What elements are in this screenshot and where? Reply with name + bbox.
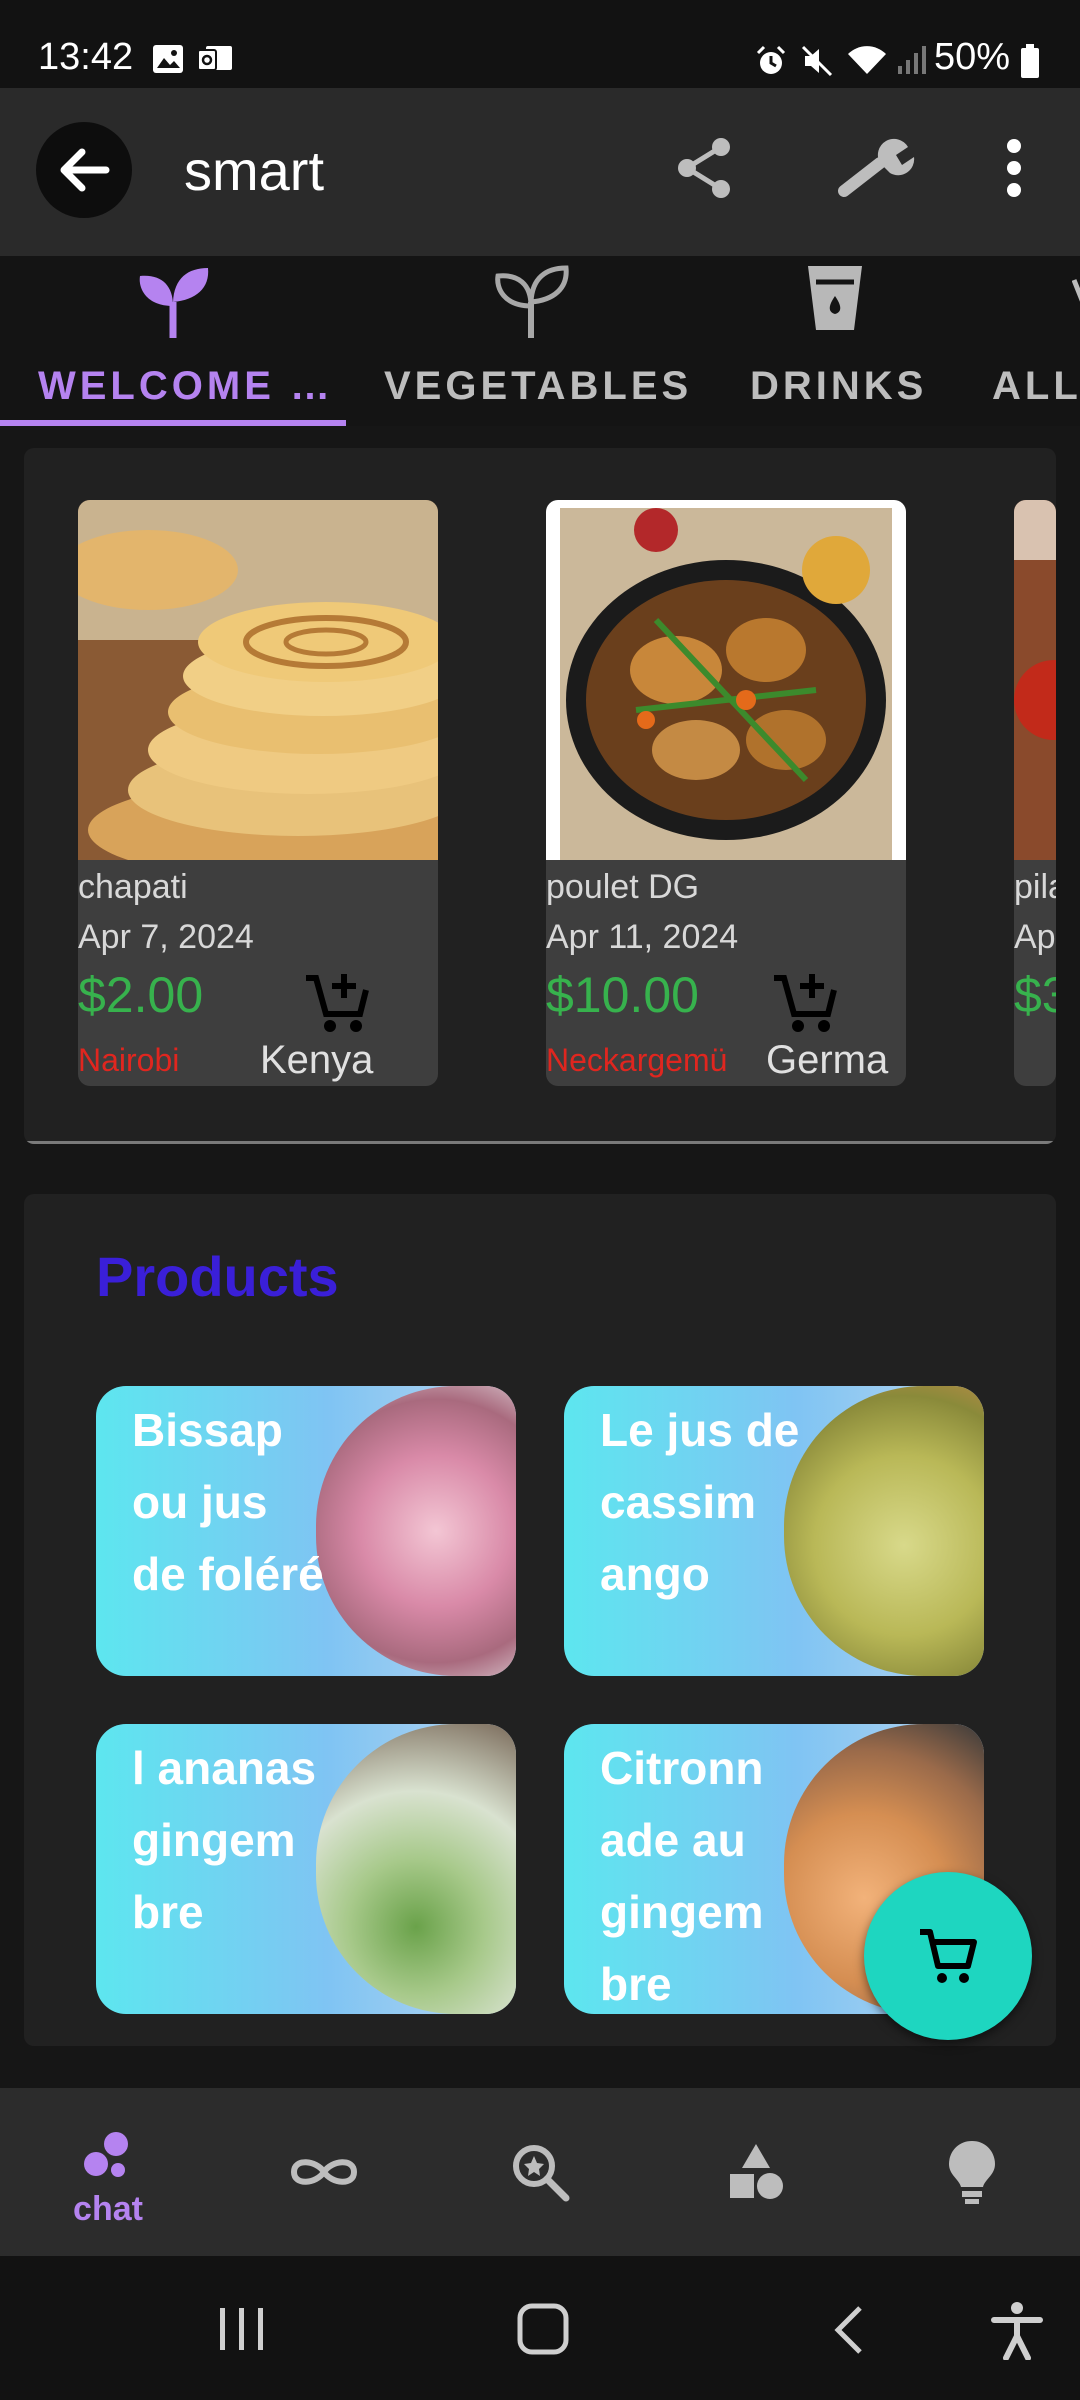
product-card[interactable]: Le jus de cassim ango — [564, 1386, 984, 1676]
system-back-button[interactable] — [828, 2302, 868, 2363]
product-card-label: l ananas gingem bre — [132, 1742, 317, 1938]
glass-icon — [804, 262, 866, 339]
shapes-icon — [730, 2144, 783, 2199]
system-navigation-bar — [0, 2256, 1080, 2400]
section-divider — [24, 1141, 1056, 1144]
product-country: Germa — [766, 1038, 889, 1082]
poulet-dg-image — [546, 500, 906, 860]
signal-icon — [896, 44, 926, 81]
cassimango-photo — [784, 1386, 984, 1676]
featured-card[interactable]: pila Ap $3 — [1014, 500, 1056, 1086]
featured-card[interactable]: chapati Apr 7, 2024 $2.00 Nairobi Kenya — [78, 500, 438, 1086]
gallery-icon — [152, 44, 184, 79]
battery-icon — [1020, 44, 1040, 83]
status-bar: 13:42 50% — [0, 0, 1080, 88]
featured-list[interactable]: chapati Apr 7, 2024 $2.00 Nairobi Kenya — [24, 448, 1056, 1144]
battery-percent: 50% — [933, 36, 1010, 78]
recent-apps-icon — [220, 2308, 263, 2350]
pilau-image — [1014, 500, 1056, 860]
product-city: Nairobi — [78, 1042, 180, 1078]
product-name: chapati — [78, 868, 188, 906]
featured-card[interactable]: poulet DG Apr 11, 2024 $10.00 Neckargemü… — [546, 500, 906, 1086]
bissap-photo — [316, 1386, 516, 1676]
app-title: smart — [184, 139, 324, 202]
product-card[interactable]: Bissap ou jus de foléré — [96, 1386, 516, 1676]
wrench-icon — [838, 138, 915, 197]
sprout-filled-icon — [134, 262, 212, 347]
product-date: Ap — [1014, 918, 1056, 956]
chapati-image — [78, 500, 438, 880]
tab-all[interactable]: ALL — [966, 256, 1080, 426]
nav-explore[interactable] — [432, 2088, 648, 2256]
mute-icon — [800, 44, 834, 83]
bottom-navigation: chat — [0, 2088, 1080, 2256]
tab-indicator — [0, 420, 346, 426]
tab-welcome[interactable]: WELCOME … — [0, 256, 346, 426]
sprout-outline-icon — [492, 262, 570, 347]
wifi-icon — [846, 42, 888, 83]
accessibility-icon — [991, 2302, 1043, 2361]
shopping-cart-icon — [920, 1929, 977, 1983]
home-icon — [517, 2303, 569, 2355]
chat-bubbles-icon — [84, 2132, 128, 2177]
tab-label: WELCOME … — [38, 364, 334, 408]
home-button[interactable] — [516, 2302, 572, 2363]
product-name: pila — [1014, 868, 1056, 906]
ananas-gingembre-photo — [316, 1724, 516, 2014]
category-tabs: WELCOME … VEGETABLES DRINKS ALL — [0, 256, 1080, 426]
product-country: Kenya — [260, 1038, 374, 1082]
product-card-label: Le jus de cassim ango — [600, 1404, 800, 1600]
product-city: Neckargemü — [546, 1042, 728, 1078]
more-vert-icon — [1007, 139, 1021, 197]
product-card-label: Citronn ade au gingem bre — [600, 1742, 764, 2010]
nav-infinity[interactable] — [216, 2088, 432, 2256]
tab-label: DRINKS — [750, 364, 928, 408]
tab-label: ALL — [992, 364, 1080, 408]
explore-search-icon — [513, 2145, 570, 2202]
add-to-cart-icon[interactable] — [302, 968, 372, 1038]
product-date: Apr 7, 2024 — [78, 918, 254, 956]
product-card-label: Bissap ou jus de foléré — [132, 1404, 324, 1600]
share-button[interactable] — [664, 128, 744, 208]
tab-vegetables[interactable]: VEGETABLES — [346, 256, 716, 426]
nav-label: chat — [73, 2190, 143, 2228]
outlook-icon — [196, 44, 234, 79]
recent-apps-button[interactable] — [214, 2304, 270, 2359]
tab-drinks[interactable]: DRINKS — [716, 256, 966, 426]
nav-ideas[interactable] — [864, 2088, 1080, 2256]
product-price: $3 — [1014, 967, 1056, 1023]
product-card[interactable]: l ananas gingem bre — [96, 1724, 516, 2014]
lightbulb-icon — [949, 2141, 995, 2204]
product-price: $10.00 — [546, 967, 699, 1023]
nav-shapes[interactable] — [648, 2088, 864, 2256]
infinity-icon — [290, 2159, 358, 2185]
accessibility-button[interactable] — [990, 2300, 1044, 2365]
add-to-cart-icon[interactable] — [770, 968, 840, 1038]
more-options-button[interactable] — [976, 128, 1052, 208]
alarm-icon — [754, 44, 788, 83]
back-button[interactable] — [36, 122, 132, 218]
arrow-back-icon — [60, 148, 110, 192]
product-date: Apr 11, 2024 — [546, 918, 739, 956]
tab-label: VEGETABLES — [384, 364, 693, 408]
product-price: $2.00 — [78, 967, 204, 1023]
settings-button[interactable] — [836, 128, 916, 208]
share-icon — [678, 138, 730, 198]
cart-fab[interactable] — [864, 1872, 1032, 2040]
status-time: 13:42 — [38, 36, 134, 78]
nav-chat[interactable]: chat — [0, 2088, 216, 2256]
chevron-left-icon — [834, 2306, 862, 2354]
chevron-icon — [1071, 276, 1080, 311]
app-bar: smart — [0, 88, 1080, 256]
product-name: poulet DG — [546, 868, 700, 906]
products-title: Products — [96, 1245, 339, 1308]
